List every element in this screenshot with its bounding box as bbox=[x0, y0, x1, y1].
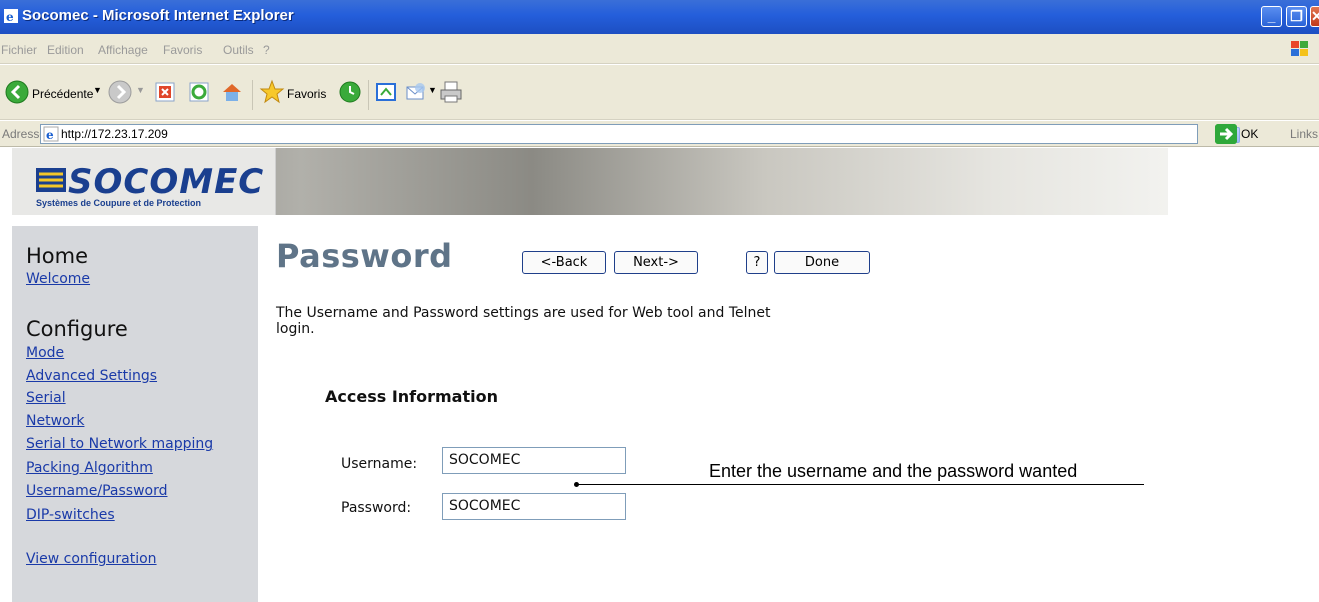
sidebar: Home Welcome Configure Mode Advanced Set… bbox=[12, 226, 258, 602]
home-icon[interactable] bbox=[220, 80, 244, 104]
svg-text:e: e bbox=[6, 10, 14, 24]
window-titlebar: e Socomec - Microsoft Internet Explorer … bbox=[0, 0, 1319, 34]
sidebar-link-network[interactable]: Network bbox=[26, 413, 84, 429]
logo-mark-icon bbox=[36, 168, 66, 192]
username-label: Username: bbox=[341, 456, 418, 472]
next-nav-button[interactable]: Next-> bbox=[614, 251, 698, 274]
sidebar-link-packing-algorithm[interactable]: Packing Algorithm bbox=[26, 460, 153, 476]
access-information-heading: Access Information bbox=[325, 387, 498, 406]
username-input[interactable]: SOCOMEC bbox=[442, 447, 626, 474]
go-arrow-icon[interactable] bbox=[1215, 124, 1237, 144]
windows-logo-icon bbox=[1291, 41, 1308, 56]
minimize-button[interactable]: _ bbox=[1261, 6, 1282, 27]
toolbar: Précédente ▼ ▼ Favoris ▼ bbox=[0, 65, 1319, 120]
sidebar-link-serial-network-mapping[interactable]: Serial to Network mapping bbox=[26, 436, 213, 452]
svg-text:e: e bbox=[46, 128, 54, 142]
logo-text: SOCOMEC bbox=[68, 162, 265, 202]
back-arrow-icon[interactable] bbox=[5, 80, 29, 104]
menu-fichier[interactable]: Fichier bbox=[1, 43, 37, 57]
mail-icon[interactable] bbox=[404, 80, 428, 104]
sidebar-link-username-password[interactable]: Username/Password bbox=[26, 483, 167, 499]
password-label: Password: bbox=[341, 500, 412, 516]
stop-icon[interactable] bbox=[154, 81, 176, 103]
done-button[interactable]: Done bbox=[774, 251, 870, 274]
site-banner: SOCOMEC Systèmes de Coupure et de Protec… bbox=[12, 148, 1168, 215]
maximize-button[interactable]: ❐ bbox=[1286, 6, 1307, 27]
address-input[interactable]: e http://172.23.17.209 bbox=[40, 124, 1240, 144]
menu-outils[interactable]: Outils bbox=[223, 43, 254, 57]
menu-affichage[interactable]: Affichage bbox=[98, 43, 148, 57]
annotation-line bbox=[577, 484, 1144, 485]
window-title: Socomec - Microsoft Internet Explorer bbox=[22, 7, 294, 24]
favorites-button-label[interactable]: Favoris bbox=[287, 87, 326, 101]
socomec-logo: SOCOMEC Systèmes de Coupure et de Protec… bbox=[12, 148, 276, 215]
annotation-dot bbox=[574, 482, 579, 487]
print-icon[interactable] bbox=[438, 79, 464, 105]
favorites-star-icon[interactable] bbox=[259, 79, 285, 105]
ie-icon: e bbox=[4, 9, 18, 24]
menu-favoris[interactable]: Favoris bbox=[163, 43, 202, 57]
media-icon[interactable] bbox=[375, 81, 397, 103]
sidebar-heading-home: Home bbox=[26, 244, 89, 268]
sidebar-link-welcome[interactable]: Welcome bbox=[26, 271, 90, 287]
back-button-label[interactable]: Précédente bbox=[32, 87, 93, 101]
address-bar: Adresse e http://172.23.17.209 OK Links bbox=[0, 121, 1319, 147]
address-url: http://172.23.17.209 bbox=[61, 127, 168, 141]
forward-arrow-icon[interactable] bbox=[108, 80, 132, 104]
links-button[interactable]: Links bbox=[1290, 127, 1318, 141]
forward-dropdown-icon[interactable]: ▼ bbox=[136, 85, 145, 95]
back-nav-button[interactable]: <-Back bbox=[522, 251, 606, 274]
menu-edition[interactable]: Edition bbox=[47, 43, 84, 57]
annotation-text: Enter the username and the password want… bbox=[709, 461, 1078, 481]
history-icon[interactable] bbox=[338, 80, 362, 104]
menu-bar: Fichier Edition Affichage Favoris Outils… bbox=[0, 34, 1319, 64]
logo-tagline: Systèmes de Coupure et de Protection bbox=[36, 198, 202, 208]
sidebar-link-advanced-settings[interactable]: Advanced Settings bbox=[26, 368, 157, 384]
sidebar-link-dip-switches[interactable]: DIP-switches bbox=[26, 507, 115, 523]
intro-text: The Username and Password settings are u… bbox=[276, 305, 771, 337]
page-icon: e bbox=[43, 126, 59, 142]
help-button[interactable]: ? bbox=[746, 251, 768, 274]
back-dropdown-icon[interactable]: ▼ bbox=[93, 85, 102, 95]
close-button[interactable]: ✕ bbox=[1310, 6, 1319, 27]
sidebar-link-view-configuration[interactable]: View configuration bbox=[26, 551, 157, 567]
menu-help[interactable]: ? bbox=[263, 43, 270, 57]
sidebar-link-mode[interactable]: Mode bbox=[26, 345, 64, 361]
sidebar-heading-configure: Configure bbox=[26, 317, 128, 341]
mail-dropdown-icon[interactable]: ▼ bbox=[428, 85, 437, 95]
password-input[interactable]: SOCOMEC bbox=[442, 493, 626, 520]
refresh-icon[interactable] bbox=[188, 81, 210, 103]
sidebar-link-serial[interactable]: Serial bbox=[26, 390, 66, 406]
go-button[interactable]: OK bbox=[1241, 127, 1258, 141]
page-title: Password bbox=[276, 237, 453, 275]
